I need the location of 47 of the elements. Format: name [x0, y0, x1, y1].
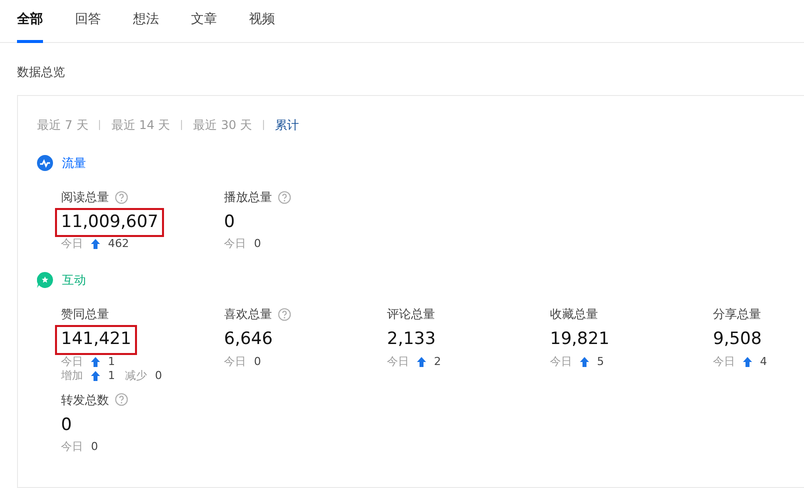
pulse-icon — [37, 155, 53, 171]
stat-value: 462 — [108, 237, 129, 252]
stat-label: 今日 — [61, 440, 83, 454]
section-heading: 流量 — [62, 155, 86, 172]
highlighted-value: 141,421 — [55, 325, 138, 354]
metric-label: 评论总量 — [387, 306, 435, 324]
stat-value: 2 — [434, 354, 441, 368]
stat-label: 今日 — [550, 354, 572, 368]
metric-label: 转发总数 — [61, 392, 109, 408]
metric-value: 2,133 — [386, 328, 437, 352]
stat-label: 增加 — [61, 368, 83, 382]
stat-label: 今日 — [61, 237, 83, 252]
section-heading: 互动 — [62, 272, 86, 290]
metric-label: 播放总量 — [224, 189, 272, 206]
tab[interactable]: 想法 — [133, 0, 159, 43]
stat-label: 今日 — [224, 354, 246, 368]
stat-value: 1 — [108, 368, 115, 382]
metric-value: 0 — [223, 211, 236, 234]
metric-value: 9,508 — [712, 328, 763, 352]
tab[interactable]: 文章 — [191, 0, 217, 43]
metric-value: 19,821 — [549, 328, 610, 352]
metric-label: 收藏总量 — [550, 306, 598, 324]
tab[interactable]: 全部 — [17, 0, 43, 43]
stat-value: 0 — [254, 354, 261, 368]
stat-label: 减少 — [125, 368, 147, 382]
range-tab[interactable]: 累计 — [275, 116, 300, 134]
stat-value: 0 — [155, 368, 162, 382]
metric-label: 阅读总量 — [61, 189, 109, 206]
stat-label: 今日 — [387, 354, 409, 368]
stat-value: 0 — [254, 237, 261, 252]
stat-value: 1 — [108, 354, 115, 368]
section-title: 数据总览 — [16, 64, 66, 81]
stat-label: 今日 — [224, 237, 246, 252]
chat-star-icon — [37, 272, 53, 288]
tab[interactable]: 回答 — [75, 0, 101, 43]
tab[interactable]: 视频 — [249, 0, 275, 43]
metric-label: 分享总量 — [713, 306, 761, 324]
stat-label: 今日 — [61, 354, 83, 368]
stat-value: 5 — [597, 354, 604, 368]
metric-label: 喜欢总量 — [224, 306, 272, 324]
highlighted-value: 11,009,607 — [55, 208, 164, 238]
metric-value: 0 — [60, 414, 73, 436]
stat-value: 4 — [760, 354, 767, 368]
metric-value: 6,646 — [223, 328, 274, 352]
stat-label: 今日 — [713, 354, 735, 368]
stat-value: 0 — [91, 440, 98, 454]
metric-label: 赞同总量 — [61, 306, 109, 324]
